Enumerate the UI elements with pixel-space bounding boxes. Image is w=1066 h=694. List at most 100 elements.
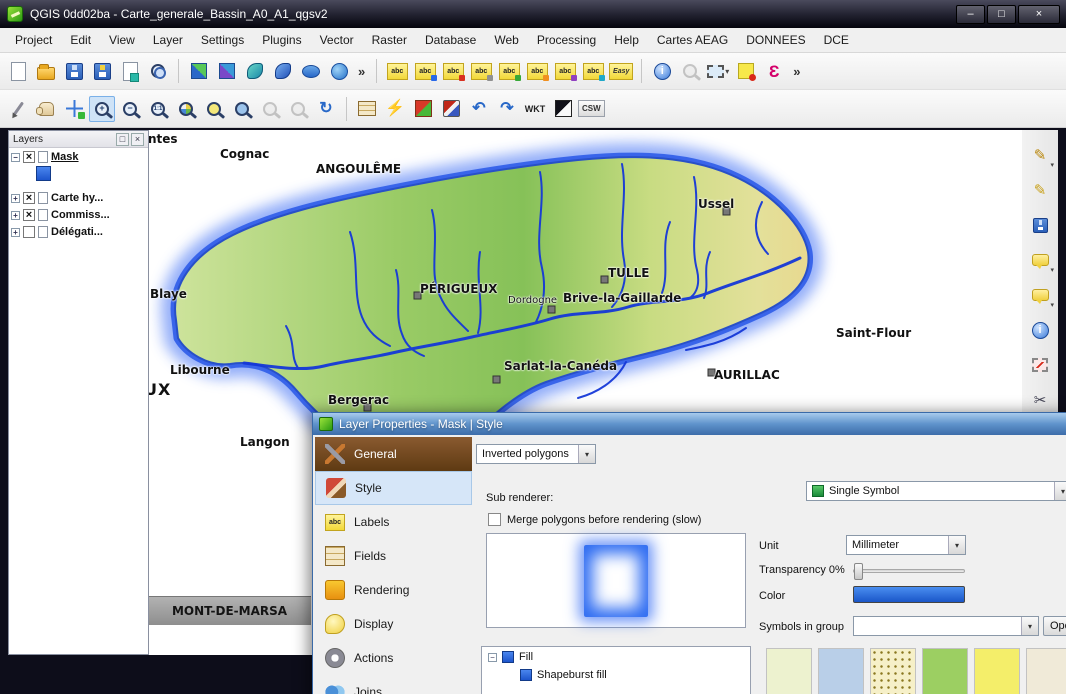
save-edits-icon[interactable] <box>1027 212 1053 238</box>
callout-dropdown-icon[interactable]: ▾ <box>1050 266 1054 274</box>
menu-plugins[interactable]: Plugins <box>253 29 310 51</box>
label-rotate-icon[interactable]: abc <box>524 58 550 84</box>
menu-edit[interactable]: Edit <box>61 29 100 51</box>
layer-diff-icon[interactable] <box>410 96 436 122</box>
layer-row-mask[interactable]: − × Mask <box>9 148 148 165</box>
tab-fields[interactable]: Fields <box>315 539 472 573</box>
select-features-icon[interactable]: ▾ <box>705 58 731 84</box>
tab-display[interactable]: Display <box>315 607 472 641</box>
field-calculator-icon[interactable]: ⚡ <box>382 96 408 122</box>
renderer-select[interactable]: Inverted polygons ▾ <box>476 444 596 464</box>
wkt-tool-icon[interactable]: WKT <box>522 96 548 122</box>
menu-layer[interactable]: Layer <box>144 29 192 51</box>
annotation-dropdown-icon[interactable]: ▾ <box>1050 161 1054 169</box>
zoom-to-layer-icon[interactable] <box>229 96 255 122</box>
open-project-icon[interactable] <box>33 58 59 84</box>
tab-labels[interactable]: abc Labels <box>315 505 472 539</box>
unit-select[interactable]: Millimeter ▾ <box>846 535 966 555</box>
symbols-group-dropdown-icon[interactable]: ▾ <box>1021 617 1038 635</box>
symbol-preset-2[interactable] <box>818 648 864 694</box>
renderer-dropdown-icon[interactable]: ▾ <box>578 445 595 463</box>
cut-features-icon[interactable]: ✂ <box>1027 387 1053 413</box>
zoom-last-icon[interactable] <box>257 96 283 122</box>
layers-panel-header[interactable]: Layers □ × <box>9 131 148 148</box>
menu-vector[interactable]: Vector <box>311 29 363 51</box>
touch-zoom-icon[interactable] <box>5 96 31 122</box>
label-curved-icon[interactable]: abc <box>580 58 606 84</box>
maximize-button[interactable]: □ <box>987 5 1016 24</box>
callout2-dropdown-icon[interactable]: ▾ <box>1050 301 1054 309</box>
expand-icon[interactable]: + <box>11 211 20 220</box>
save-project-as-icon[interactable] <box>89 58 115 84</box>
remove-selection-icon[interactable] <box>1027 352 1053 378</box>
text-callout-icon[interactable]: ▾ <box>1027 247 1053 273</box>
composer-manager-icon[interactable] <box>145 58 171 84</box>
menu-help[interactable]: Help <box>605 29 648 51</box>
zoom-out-icon[interactable]: − <box>117 96 143 122</box>
draw-pen-icon[interactable]: ✎ <box>1027 177 1053 203</box>
layer-mask-checkbox[interactable]: × <box>23 151 35 163</box>
add-wms-layer-icon[interactable] <box>326 58 352 84</box>
toolbar-overflow2-icon[interactable]: » <box>789 64 804 79</box>
symbol-type-select[interactable]: Single Symbol ▾ <box>806 481 1066 501</box>
close-button[interactable]: × <box>1018 5 1060 24</box>
menu-settings[interactable]: Settings <box>192 29 253 51</box>
toolbar-overflow-icon[interactable]: » <box>354 64 369 79</box>
new-geopackage-layer-icon[interactable] <box>242 58 268 84</box>
save-project-icon[interactable] <box>61 58 87 84</box>
easy-print-icon[interactable]: Easy <box>608 58 634 84</box>
menu-raster[interactable]: Raster <box>363 29 416 51</box>
form-callout-icon[interactable]: ▾ <box>1027 282 1053 308</box>
pan-to-selection-icon[interactable] <box>61 96 87 122</box>
identify-cursor-icon[interactable]: i <box>1027 317 1053 343</box>
tree-collapse-icon[interactable]: − <box>488 653 497 662</box>
open-library-button[interactable]: Ope <box>1043 616 1066 636</box>
symbol-preset-4[interactable] <box>922 648 968 694</box>
style-copy-icon[interactable] <box>438 96 464 122</box>
menu-database[interactable]: Database <box>416 29 485 51</box>
menu-donnees[interactable]: DONNEES <box>737 29 814 51</box>
measure-icon[interactable] <box>677 58 703 84</box>
refresh-map-icon[interactable]: ↻ <box>313 96 339 122</box>
tab-general[interactable]: General <box>315 437 472 471</box>
layer-row-delegati[interactable]: + Délégati... <box>9 223 148 240</box>
menu-web[interactable]: Web <box>485 29 527 51</box>
epsilon-tool-icon[interactable]: Ɛ <box>761 58 787 84</box>
collapse-icon[interactable]: − <box>11 153 20 162</box>
menu-view[interactable]: View <box>100 29 144 51</box>
annotation-pencil-icon[interactable]: ✎▾ <box>1027 142 1053 168</box>
new-project-icon[interactable] <box>5 58 31 84</box>
tab-rendering[interactable]: Rendering <box>315 573 472 607</box>
tree-row-fill[interactable]: − Fill <box>482 647 750 665</box>
layer-delegati-checkbox[interactable] <box>23 226 35 238</box>
label-icon[interactable]: abc <box>384 58 410 84</box>
menu-processing[interactable]: Processing <box>528 29 605 51</box>
symbols-group-select[interactable]: ▾ <box>853 616 1039 636</box>
panel-close-button[interactable]: × <box>131 133 144 146</box>
menu-dce[interactable]: DCE <box>815 29 858 51</box>
minimize-button[interactable]: – <box>956 5 985 24</box>
form-annotation-icon[interactable] <box>733 58 759 84</box>
symbol-preset-5[interactable] <box>974 648 1020 694</box>
symbol-preset-1[interactable] <box>766 648 812 694</box>
title-bar[interactable]: QGIS 0dd02ba - Carte_generale_Bassin_A0_… <box>0 0 1066 28</box>
select-dropdown-icon[interactable]: ▾ <box>725 67 729 76</box>
label-move-icon[interactable]: abc <box>496 58 522 84</box>
label-add-icon[interactable]: abc <box>412 58 438 84</box>
mask-symbol-row[interactable] <box>9 165 148 189</box>
symbol-preset-6[interactable] <box>1026 648 1066 694</box>
attribute-table-icon[interactable] <box>354 96 380 122</box>
menu-project[interactable]: Project <box>6 29 61 51</box>
tree-row-shapeburst[interactable]: Shapeburst fill <box>482 665 750 683</box>
csw-search-icon[interactable]: CSW <box>578 96 605 122</box>
redo-icon[interactable]: ↷ <box>494 96 520 122</box>
transparency-slider-thumb[interactable] <box>854 563 863 580</box>
layer-carte-checkbox[interactable]: × <box>23 192 35 204</box>
expand-icon[interactable]: + <box>11 194 20 203</box>
invert-colors-icon[interactable] <box>550 96 576 122</box>
expand-icon[interactable]: + <box>11 228 20 237</box>
tab-actions[interactable]: Actions <box>315 641 472 675</box>
label-pin-icon[interactable]: abc <box>440 58 466 84</box>
new-temporary-layer-icon[interactable] <box>270 58 296 84</box>
undo-icon[interactable]: ↶ <box>466 96 492 122</box>
